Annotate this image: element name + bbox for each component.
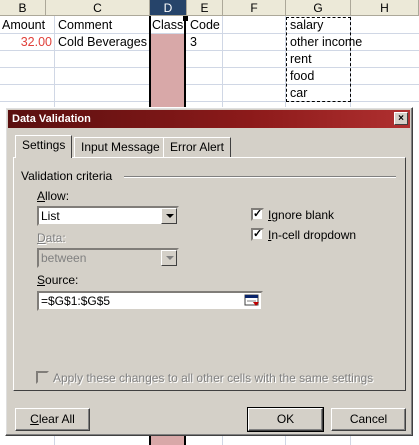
- group-divider: [124, 176, 396, 178]
- dialog-title: Data Validation: [12, 113, 91, 125]
- cell-class-header[interactable]: Class: [152, 17, 183, 34]
- cell-code-value[interactable]: 3: [190, 34, 197, 51]
- close-button[interactable]: ×: [394, 112, 408, 125]
- gridline: [0, 67, 419, 68]
- column-header-f[interactable]: F: [223, 0, 286, 16]
- fill-handle[interactable]: [183, 16, 188, 21]
- cell-comment-value[interactable]: Cold Beverages: [58, 34, 147, 51]
- tab-input-message[interactable]: Input Message: [74, 137, 167, 157]
- allow-value: List: [41, 209, 60, 223]
- cell-amount-header[interactable]: Amount: [2, 17, 45, 34]
- column-header-b[interactable]: B: [0, 0, 46, 16]
- tab-error-alert[interactable]: Error Alert: [163, 137, 232, 157]
- column-header-d[interactable]: D: [150, 0, 187, 16]
- column-header-e[interactable]: E: [187, 0, 223, 16]
- close-icon: ×: [398, 113, 404, 124]
- ok-button[interactable]: OK: [247, 407, 324, 432]
- data-value: between: [41, 251, 87, 265]
- dialog-titlebar[interactable]: Data Validation ×: [8, 110, 410, 128]
- gridline: [0, 84, 419, 85]
- cell-amount-value[interactable]: 32.00: [0, 34, 52, 51]
- column-header-h[interactable]: H: [351, 0, 419, 16]
- column-header-c[interactable]: C: [46, 0, 150, 16]
- data-label: Data:: [37, 231, 66, 245]
- allow-label: Allow:: [37, 189, 70, 203]
- ignore-blank-checkbox[interactable]: ✓: [251, 208, 264, 221]
- ignore-blank-label: Ignore blank: [268, 208, 335, 222]
- chevron-down-icon[interactable]: [161, 208, 177, 224]
- source-value: =$G$1:$G$5: [41, 294, 111, 308]
- cell-code-header[interactable]: Code: [190, 17, 220, 34]
- collapse-dialog-icon[interactable]: [244, 294, 260, 308]
- allow-select[interactable]: List: [37, 206, 179, 226]
- clear-all-button[interactable]: Clear All: [15, 408, 90, 431]
- tab-settings[interactable]: Settings: [15, 135, 73, 158]
- source-label: Source:: [37, 273, 79, 287]
- apply-all-checkbox: [36, 371, 49, 384]
- data-validation-dialog: Data Validation × Settings Input Message…: [5, 107, 413, 436]
- in-cell-dropdown-checkbox[interactable]: ✓: [251, 228, 264, 241]
- in-cell-dropdown-label: In-cell dropdown: [268, 228, 357, 242]
- data-select: between: [37, 248, 179, 268]
- chevron-down-icon: [161, 250, 177, 266]
- cancel-button[interactable]: Cancel: [331, 408, 406, 431]
- source-input[interactable]: =$G$1:$G$5: [37, 291, 263, 311]
- validation-criteria-label: Validation criteria: [21, 169, 113, 183]
- apply-all-label: Apply these changes to all other cells w…: [53, 371, 374, 385]
- gridline: [0, 101, 419, 102]
- cell-comment-header[interactable]: Comment: [58, 17, 112, 34]
- column-header-g[interactable]: G: [286, 0, 351, 16]
- source-range-marquee: [286, 17, 351, 102]
- settings-panel: Validation criteria Allow: List Data: be…: [13, 157, 406, 391]
